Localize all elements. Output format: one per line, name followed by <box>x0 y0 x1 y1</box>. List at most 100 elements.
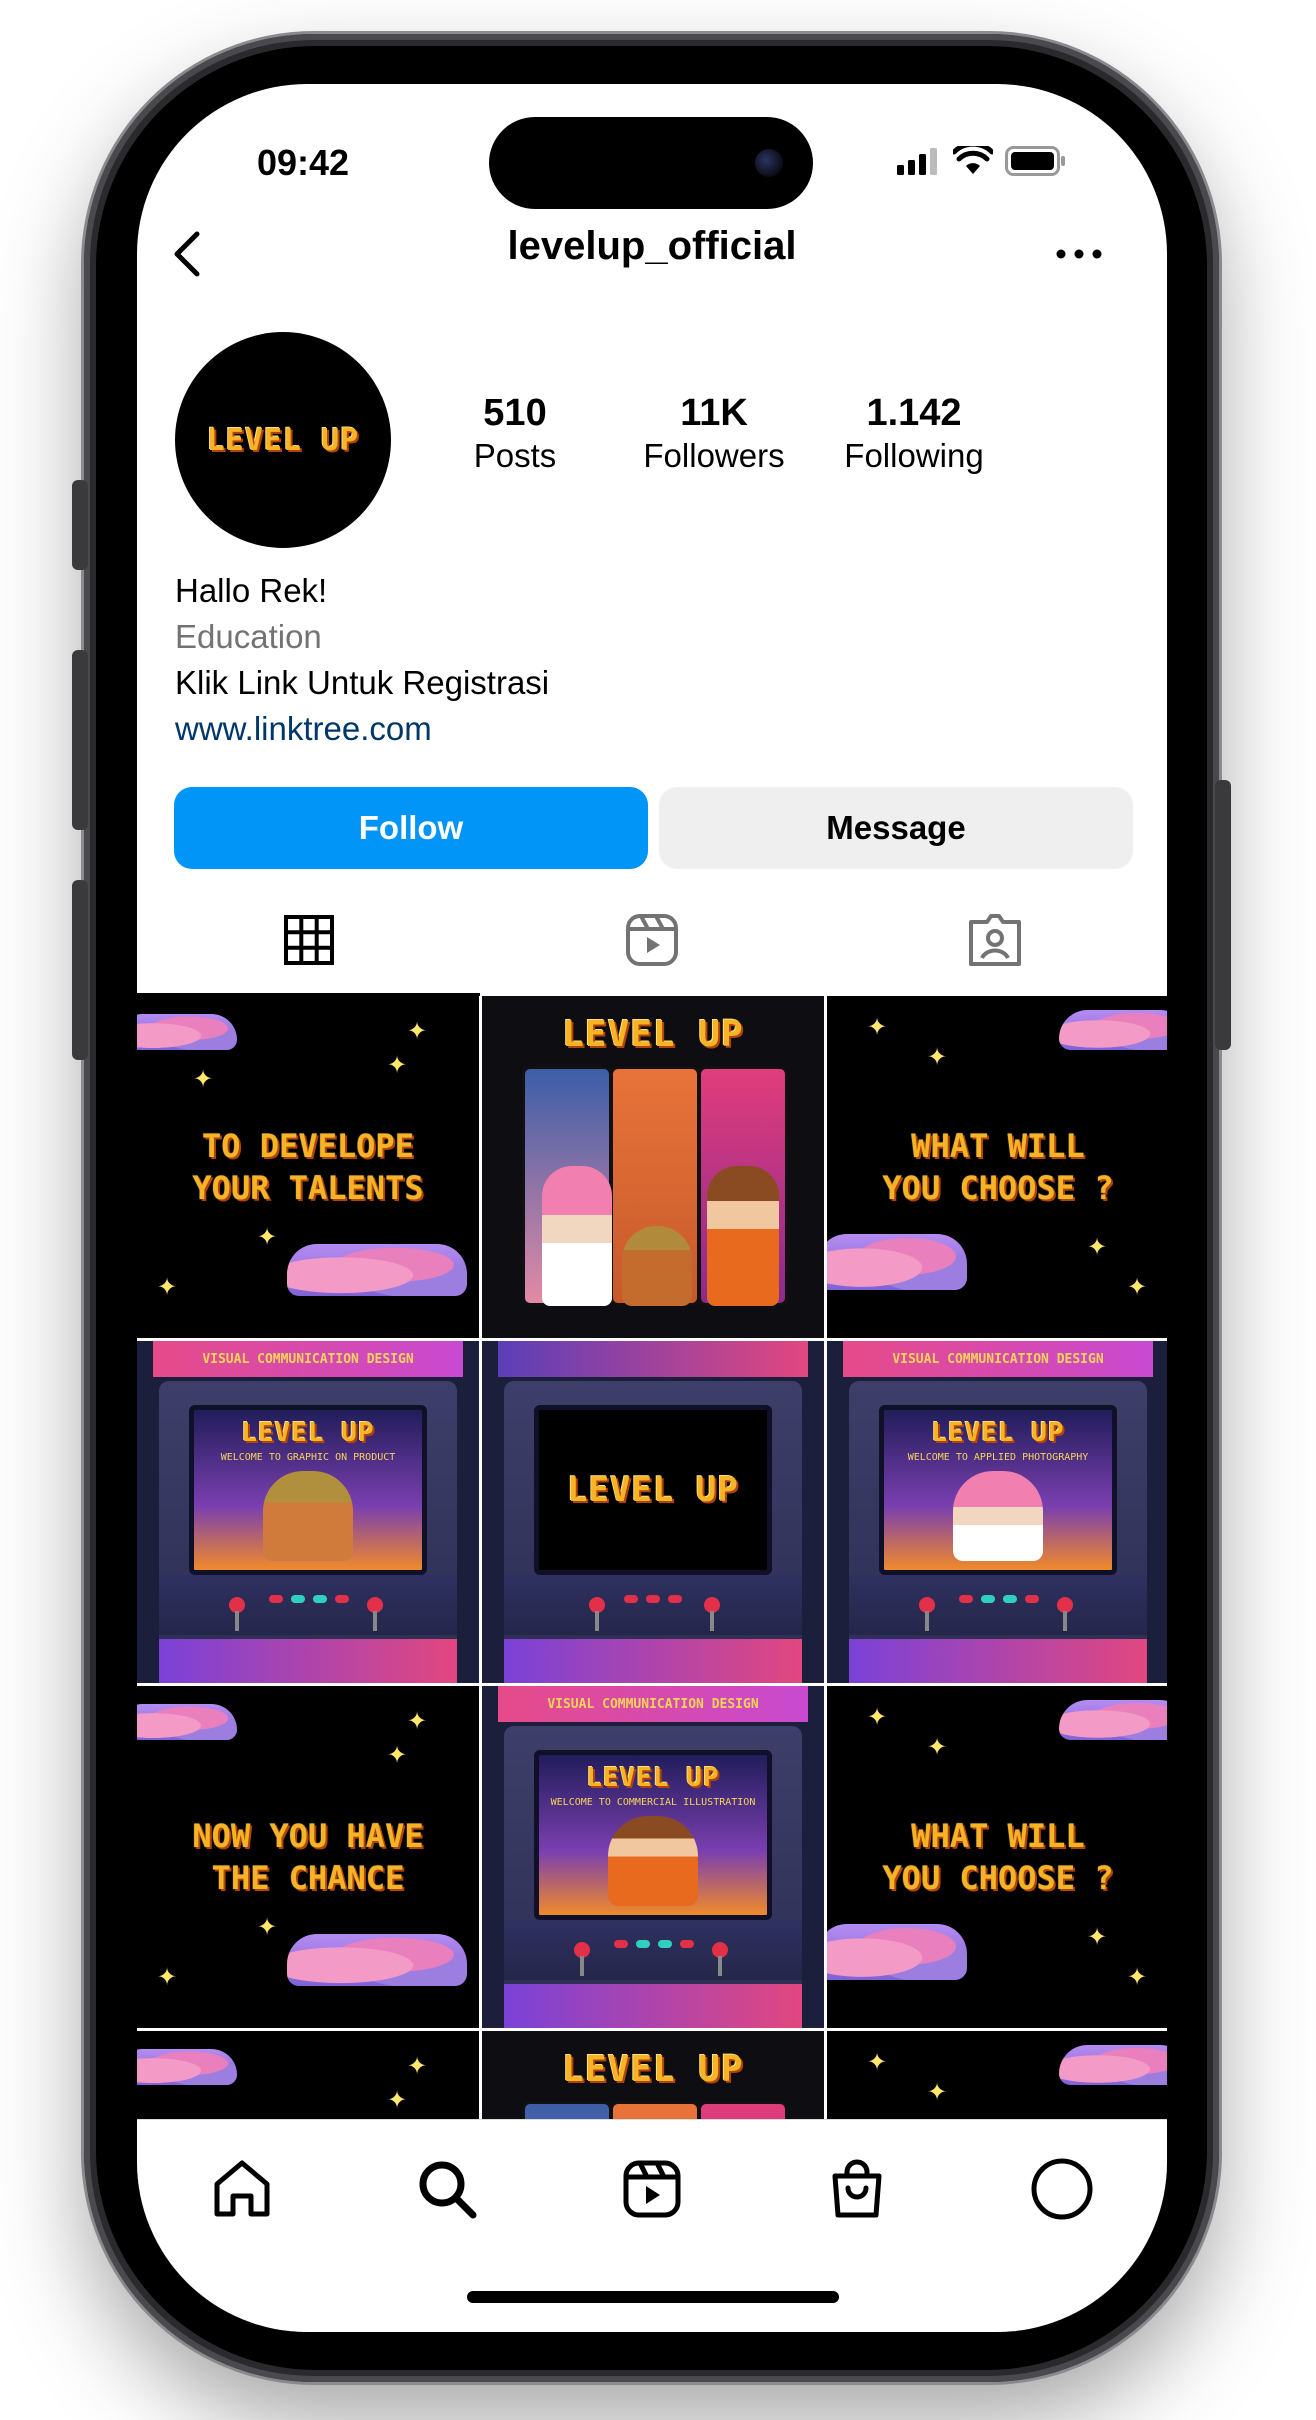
post-tile[interactable]: LEVEL UP <box>482 1341 824 1683</box>
post-caption-art: WHAT WILL YOU CHOOSE ? <box>882 1127 1114 1207</box>
sparkle-icon: ✦ <box>927 1044 948 1071</box>
message-button[interactable]: Message <box>659 787 1133 869</box>
nav-search[interactable] <box>412 2154 482 2224</box>
stat-label: Following <box>844 437 984 474</box>
arcade-banner: VISUAL COMMUNICATION DESIGN <box>153 1341 463 1377</box>
sparkle-icon: ✦ <box>867 1704 888 1731</box>
stat-value: 11K <box>680 392 748 434</box>
arcade-cabinet: LEVEL UP WELCOME TO COMMERCIAL ILLUSTRAT… <box>504 1726 802 2028</box>
joystick <box>1057 1597 1073 1631</box>
cloud-decoration <box>1059 1010 1167 1050</box>
arcade-button <box>313 1595 327 1603</box>
joystick <box>919 1597 935 1631</box>
post-tile[interactable]: ✦ ✦ ✦ ✦ WHAT WILL YOU CHOOSE ? <box>827 1686 1167 2028</box>
control-panel <box>504 1575 802 1635</box>
sparkle-icon: ✦ <box>407 1018 428 1045</box>
arcade-base <box>159 1639 457 1683</box>
arcade-banner <box>498 1341 808 1377</box>
post-logo: LEVEL UP <box>562 1014 744 1055</box>
control-panel <box>849 1575 1147 1635</box>
sparkle-icon: ✦ <box>867 1014 888 1041</box>
status-icons <box>897 146 1067 176</box>
tab-reels[interactable] <box>480 884 823 996</box>
stat-posts[interactable]: 510 Posts <box>430 392 600 475</box>
search-icon <box>419 2161 477 2219</box>
profile-bio: Hallo Rek! Education Klik Link Untuk Reg… <box>175 568 549 752</box>
shop-icon <box>832 2159 882 2218</box>
volume-up-button <box>72 650 88 830</box>
arcade-base <box>849 1639 1147 1683</box>
stat-value: 1.142 <box>866 392 962 434</box>
volume-down-button <box>72 880 88 1060</box>
tagged-icon <box>969 914 1022 966</box>
cloud-decoration <box>137 1014 237 1050</box>
sparkle-icon: ✦ <box>387 1742 408 1769</box>
arcade-screen: LEVEL UP WELCOME TO COMMERCIAL ILLUSTRAT… <box>534 1750 772 1920</box>
post-tile[interactable]: ✦ ✦ ✦ ✦ ✦ TO DEVELOPE YOUR TALENTS <box>137 996 479 1338</box>
post-tile[interactable]: ✦ ✦ ✦ ✦ WHAT WILL YOU CHOOSE ? <box>827 996 1167 1338</box>
arcade-screen: LEVEL UP <box>534 1405 772 1575</box>
post-logo: LEVEL UP <box>562 2049 744 2090</box>
arcade-button <box>646 1595 660 1603</box>
sparkle-icon: ✦ <box>257 1914 278 1941</box>
arcade-screen: LEVEL UP WELCOME TO APPLIED PHOTOGRAPHY <box>879 1405 1117 1575</box>
sparkle-icon: ✦ <box>193 1066 214 1093</box>
signal-icon <box>897 148 937 175</box>
arcade-button <box>959 1595 973 1603</box>
battery-icon <box>1005 146 1065 176</box>
nav-home[interactable] <box>207 2154 277 2224</box>
nav-shop[interactable] <box>822 2154 892 2224</box>
post-tile[interactable]: LEVEL UP <box>482 996 824 1338</box>
cloud-decoration <box>827 1234 967 1290</box>
post-tile[interactable]: VISUAL COMMUNICATION DESIGN LEVEL UP WEL… <box>137 1341 479 1683</box>
stat-followers[interactable]: 11K Followers <box>629 392 799 475</box>
bio-link[interactable]: www.linktree.com <box>175 706 549 752</box>
character-figure <box>542 1166 612 1306</box>
post-tile[interactable]: VISUAL COMMUNICATION DESIGN LEVEL UP WEL… <box>827 1341 1167 1683</box>
sparkle-icon: ✦ <box>1127 1964 1148 1991</box>
post-logo: LEVEL UP <box>567 1470 739 1510</box>
arcade-button <box>335 1595 349 1603</box>
arcade-cabinet: LEVEL UP WELCOME TO APPLIED PHOTOGRAPHY <box>849 1381 1147 1683</box>
arcade-button <box>981 1595 995 1603</box>
arcade-banner: VISUAL COMMUNICATION DESIGN <box>843 1341 1153 1377</box>
character-figure <box>707 1166 779 1306</box>
sparkle-icon: ✦ <box>387 1052 408 1079</box>
joystick <box>367 1597 383 1631</box>
sparkle-icon: ✦ <box>1087 1924 1108 1951</box>
character-figure <box>263 1471 353 1561</box>
post-tile[interactable]: VISUAL COMMUNICATION DESIGN LEVEL UP WEL… <box>482 1686 824 2028</box>
tab-tagged[interactable] <box>824 884 1167 996</box>
nav-profile[interactable] <box>1027 2154 1097 2224</box>
reels-icon <box>623 2160 681 2218</box>
arcade-screen: LEVEL UP WELCOME TO GRAPHIC ON PRODUCT <box>189 1405 427 1575</box>
arcade-button <box>1003 1595 1017 1603</box>
bio-text: Klik Link Untuk Registrasi <box>175 664 550 701</box>
tab-posts[interactable] <box>137 884 481 996</box>
sparkle-icon: ✦ <box>387 2087 408 2114</box>
post-caption-art: TO DEVELOPE YOUR TALENTS <box>192 1127 424 1207</box>
avatar-logo: LEVEL UP <box>206 422 360 458</box>
stat-following[interactable]: 1.142 Following <box>829 392 999 475</box>
phone-screen: 09:42 levelup_official LEVEL UP 510 Post… <box>137 84 1167 2332</box>
nav-reels[interactable] <box>617 2154 687 2224</box>
follow-button[interactable]: Follow <box>174 787 648 869</box>
home-indicator[interactable] <box>467 2291 839 2303</box>
post-logo: LEVEL UP <box>241 1418 375 1448</box>
post-tile[interactable]: ✦ ✦ ✦ ✦ NOW YOU HAVE THE CHANCE <box>137 1686 479 2028</box>
arcade-cabinet: LEVEL UP <box>504 1381 802 1683</box>
profile-avatar[interactable]: LEVEL UP <box>175 332 391 548</box>
joystick <box>704 1597 720 1631</box>
character-figure <box>608 1816 698 1906</box>
sparkle-icon: ✦ <box>157 1274 178 1301</box>
home-icon <box>214 2160 270 2217</box>
sparkle-icon: ✦ <box>867 2049 888 2076</box>
more-options-button[interactable] <box>1049 234 1109 274</box>
grid-icon <box>283 915 334 965</box>
cloud-decoration <box>1059 2045 1167 2085</box>
more-horizontal-icon <box>1056 249 1102 259</box>
arcade-button <box>624 1595 638 1603</box>
joystick <box>229 1597 245 1631</box>
cloud-decoration <box>1059 1700 1167 1740</box>
status-time: 09:42 <box>257 142 350 183</box>
